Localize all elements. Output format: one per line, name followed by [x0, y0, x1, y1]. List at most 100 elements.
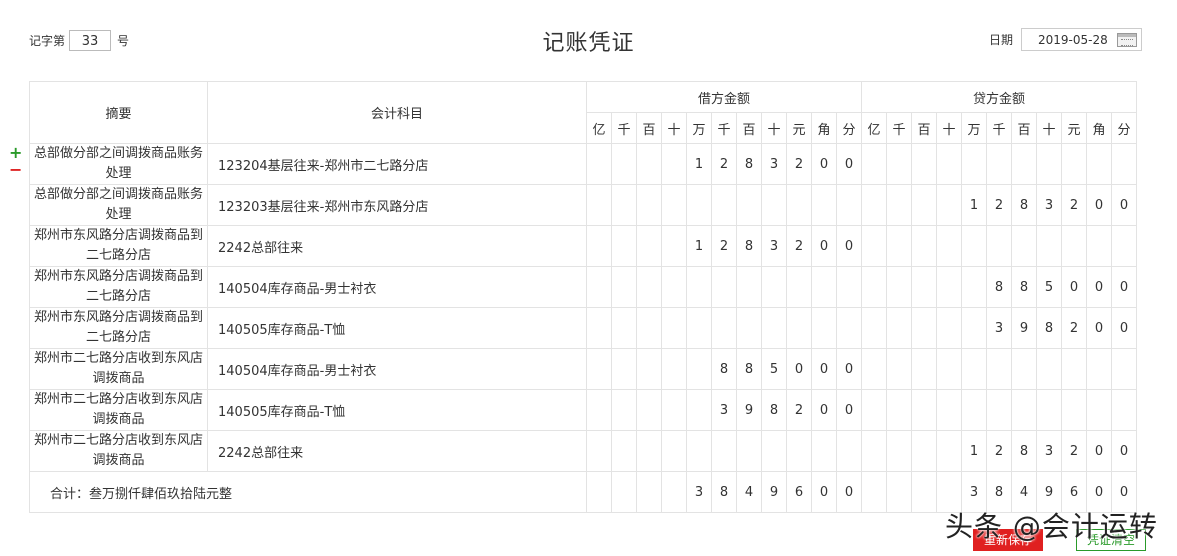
debit-digit-cell[interactable]: 2 [786, 143, 812, 185]
credit-digit-cell[interactable] [961, 143, 987, 185]
debit-digit-cell[interactable]: 0 [836, 389, 862, 431]
credit-digit-cell[interactable] [886, 389, 912, 431]
credit-digit-cell[interactable] [911, 307, 937, 349]
debit-digit-cell[interactable] [636, 389, 662, 431]
debit-digit-cell[interactable] [636, 430, 662, 472]
credit-digit-cell[interactable] [886, 348, 912, 390]
debit-digit-cell[interactable] [686, 389, 712, 431]
debit-digit-cell[interactable]: 5 [761, 348, 787, 390]
summary-cell[interactable]: 郑州市东风路分店调拨商品到二七路分店 [29, 266, 208, 308]
credit-digit-cell[interactable]: 2 [986, 184, 1012, 226]
debit-total-digit-cell[interactable]: 0 [811, 471, 837, 513]
credit-digit-cell[interactable] [936, 184, 962, 226]
credit-digit-cell[interactable] [936, 143, 962, 185]
debit-digit-cell[interactable]: 2 [786, 225, 812, 267]
credit-digit-cell[interactable]: 8 [1011, 184, 1037, 226]
debit-digit-cell[interactable]: 3 [711, 389, 737, 431]
credit-total-digit-cell[interactable] [911, 471, 937, 513]
credit-total-digit-cell[interactable] [861, 471, 887, 513]
credit-digit-cell[interactable] [1036, 348, 1062, 390]
credit-digit-cell[interactable] [861, 225, 887, 267]
debit-total-digit-cell[interactable]: 0 [836, 471, 862, 513]
debit-digit-cell[interactable] [786, 307, 812, 349]
debit-digit-cell[interactable]: 9 [736, 389, 762, 431]
credit-digit-cell[interactable] [861, 184, 887, 226]
credit-digit-cell[interactable] [936, 430, 962, 472]
credit-digit-cell[interactable] [1011, 143, 1037, 185]
credit-digit-cell[interactable] [886, 184, 912, 226]
debit-digit-cell[interactable] [736, 307, 762, 349]
credit-digit-cell[interactable] [1111, 143, 1137, 185]
debit-digit-cell[interactable] [586, 143, 612, 185]
credit-digit-cell[interactable] [961, 348, 987, 390]
debit-digit-cell[interactable] [686, 184, 712, 226]
debit-digit-cell[interactable] [711, 266, 737, 308]
credit-digit-cell[interactable] [1011, 389, 1037, 431]
debit-digit-cell[interactable] [786, 184, 812, 226]
summary-cell[interactable]: 郑州市东风路分店调拨商品到二七路分店 [29, 307, 208, 349]
credit-digit-cell[interactable] [911, 430, 937, 472]
debit-digit-cell[interactable] [811, 430, 837, 472]
debit-digit-cell[interactable] [586, 389, 612, 431]
credit-digit-cell[interactable] [886, 430, 912, 472]
credit-digit-cell[interactable] [1061, 389, 1087, 431]
credit-digit-cell[interactable] [911, 389, 937, 431]
credit-digit-cell[interactable] [961, 307, 987, 349]
debit-digit-cell[interactable] [586, 307, 612, 349]
account-cell[interactable]: 2242总部往来 [207, 430, 587, 472]
debit-digit-cell[interactable]: 2 [786, 389, 812, 431]
debit-digit-cell[interactable] [636, 184, 662, 226]
credit-digit-cell[interactable] [861, 389, 887, 431]
credit-digit-cell[interactable] [1061, 225, 1087, 267]
debit-digit-cell[interactable] [611, 430, 637, 472]
credit-digit-cell[interactable] [936, 266, 962, 308]
credit-digit-cell[interactable]: 2 [1061, 430, 1087, 472]
debit-digit-cell[interactable] [661, 307, 687, 349]
credit-digit-cell[interactable] [986, 389, 1012, 431]
credit-digit-cell[interactable] [911, 348, 937, 390]
debit-total-digit-cell[interactable]: 3 [686, 471, 712, 513]
credit-digit-cell[interactable] [861, 307, 887, 349]
debit-digit-cell[interactable] [611, 225, 637, 267]
debit-digit-cell[interactable] [611, 348, 637, 390]
credit-digit-cell[interactable] [1086, 348, 1112, 390]
debit-digit-cell[interactable] [636, 307, 662, 349]
credit-digit-cell[interactable]: 9 [1011, 307, 1037, 349]
credit-digit-cell[interactable] [1086, 143, 1112, 185]
credit-digit-cell[interactable]: 8 [1036, 307, 1062, 349]
credit-digit-cell[interactable] [911, 225, 937, 267]
debit-digit-cell[interactable]: 1 [686, 143, 712, 185]
credit-digit-cell[interactable] [861, 430, 887, 472]
credit-digit-cell[interactable]: 0 [1086, 307, 1112, 349]
debit-digit-cell[interactable] [686, 348, 712, 390]
credit-digit-cell[interactable] [1111, 348, 1137, 390]
credit-digit-cell[interactable] [936, 348, 962, 390]
debit-digit-cell[interactable] [711, 430, 737, 472]
credit-digit-cell[interactable] [886, 307, 912, 349]
date-input[interactable]: 2019-05-28 [1021, 28, 1143, 51]
credit-digit-cell[interactable]: 0 [1086, 266, 1112, 308]
debit-digit-cell[interactable] [661, 389, 687, 431]
debit-digit-cell[interactable] [786, 430, 812, 472]
debit-total-digit-cell[interactable]: 8 [711, 471, 737, 513]
debit-digit-cell[interactable] [686, 430, 712, 472]
credit-digit-cell[interactable] [911, 143, 937, 185]
credit-digit-cell[interactable] [911, 184, 937, 226]
credit-digit-cell[interactable]: 0 [1111, 266, 1137, 308]
credit-digit-cell[interactable] [936, 225, 962, 267]
debit-digit-cell[interactable] [661, 143, 687, 185]
add-row-icon[interactable]: + [9, 145, 22, 161]
debit-digit-cell[interactable]: 8 [736, 225, 762, 267]
debit-digit-cell[interactable] [836, 430, 862, 472]
debit-digit-cell[interactable]: 0 [836, 348, 862, 390]
debit-digit-cell[interactable]: 8 [711, 348, 737, 390]
debit-digit-cell[interactable] [611, 389, 637, 431]
debit-digit-cell[interactable] [811, 307, 837, 349]
account-cell[interactable]: 123203基层往来-郑州市东风路分店 [207, 184, 587, 226]
debit-digit-cell[interactable] [761, 266, 787, 308]
debit-digit-cell[interactable] [736, 266, 762, 308]
credit-digit-cell[interactable]: 3 [1036, 430, 1062, 472]
debit-digit-cell[interactable] [611, 143, 637, 185]
credit-digit-cell[interactable] [886, 266, 912, 308]
credit-digit-cell[interactable]: 2 [1061, 307, 1087, 349]
